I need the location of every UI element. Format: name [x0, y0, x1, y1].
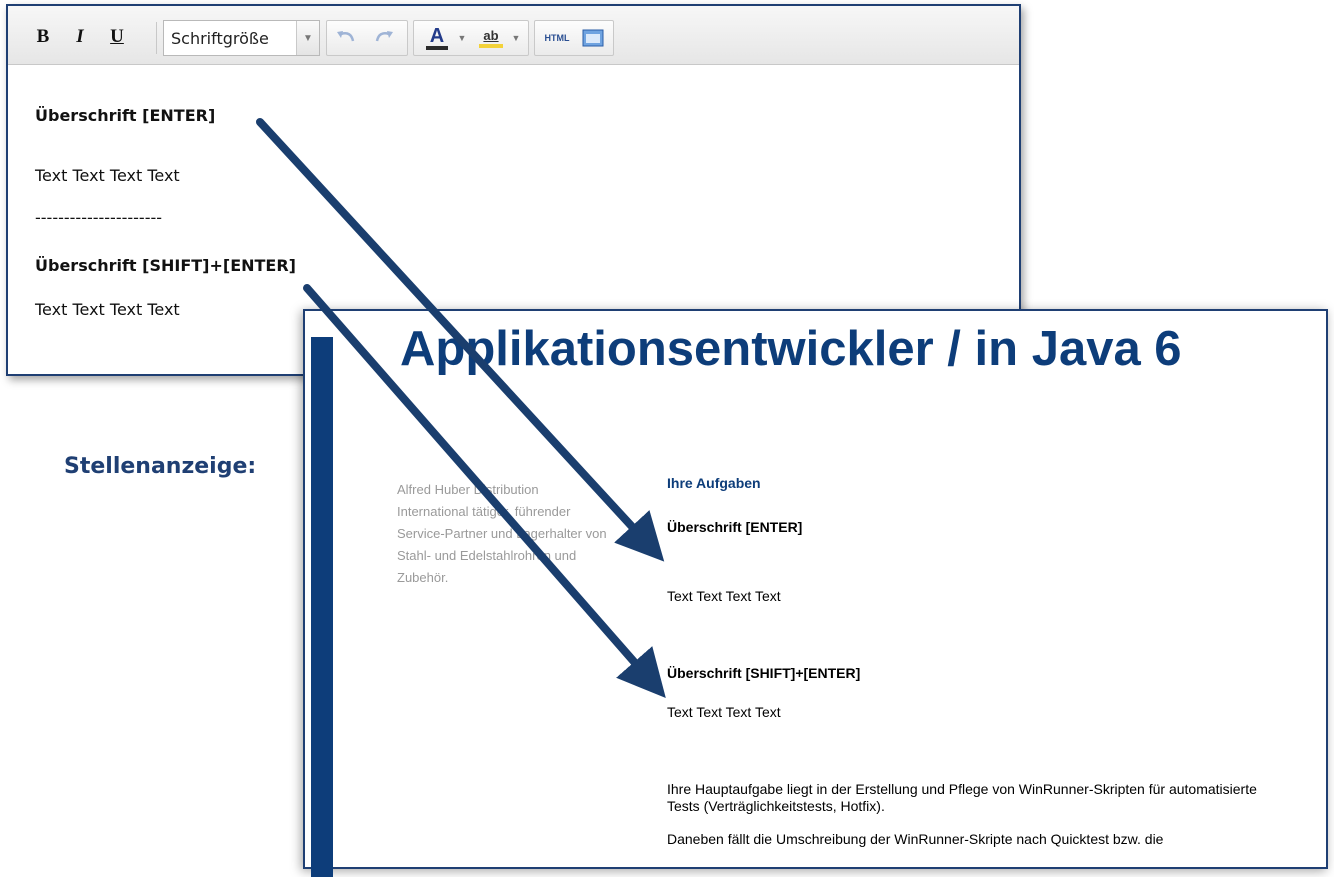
- undo-button[interactable]: [333, 21, 359, 55]
- text-color-swatch: [426, 46, 448, 50]
- company-description: Alfred Huber Distribution International …: [397, 479, 637, 589]
- company-line: Alfred Huber Distribution: [397, 482, 539, 497]
- editor-text-1: Text Text Text Text: [35, 166, 180, 185]
- color-group: A ▼ ab ▼: [413, 20, 529, 56]
- html-label: HTML: [544, 33, 570, 43]
- company-line: Stahl- und Edelstahlrohren und: [397, 548, 577, 563]
- toolbar-separator: [156, 22, 157, 54]
- brand-bar: [311, 337, 333, 877]
- highlight-swatch: [479, 44, 503, 48]
- company-line: Service-Partner und Lagerhalter von: [397, 526, 607, 541]
- editor-separator-line: ----------------------: [35, 208, 163, 227]
- editor-heading-1: Überschrift [ENTER]: [35, 106, 216, 125]
- company-line: International tätiger, führender: [397, 504, 571, 519]
- highlight-dropdown[interactable]: ▼: [510, 21, 522, 55]
- bold-button[interactable]: B: [30, 20, 56, 54]
- side-label: Stellenanzeige:: [64, 454, 257, 479]
- ad-paragraph-1: Ihre Hauptaufgabe liegt in der Erstellun…: [667, 781, 1257, 814]
- redo-button[interactable]: [371, 21, 397, 55]
- redo-icon: [375, 31, 393, 42]
- editor-heading-2: Überschrift [SHIFT]+[ENTER]: [35, 256, 296, 275]
- format-buttons-group: B I U: [28, 20, 156, 56]
- preview-button[interactable]: [579, 21, 607, 55]
- font-size-label: Schriftgröße: [171, 29, 269, 48]
- italic-button[interactable]: I: [67, 20, 93, 54]
- ad-paragraph-2: Daneben fällt die Umschreibung der WinRu…: [667, 831, 1164, 847]
- company-line: Zubehör.: [397, 570, 449, 585]
- ad-heading-1: Überschrift [ENTER]: [667, 519, 803, 535]
- editor-text-2: Text Text Text Text: [35, 300, 180, 319]
- editor-toolbar: B I U Schriftgröße ▼ A ▼ ab ▼ HTML: [8, 6, 1019, 65]
- ad-text-1: Text Text Text Text: [667, 588, 781, 604]
- font-size-select[interactable]: Schriftgröße ▼: [163, 20, 320, 56]
- undo-icon: [337, 31, 355, 42]
- underline-button[interactable]: U: [104, 20, 130, 54]
- job-ad-page: Applikationsentwickler / in Java 6 Alfre…: [303, 309, 1328, 877]
- ad-heading-2: Überschrift [SHIFT]+[ENTER]: [667, 665, 861, 681]
- text-color-icon: A: [429, 25, 445, 47]
- undo-redo-group: [326, 20, 408, 56]
- source-group: HTML: [534, 20, 614, 56]
- text-color-button[interactable]: A: [420, 21, 454, 55]
- highlight-icon: ab: [483, 28, 499, 43]
- section-title: Ihre Aufgaben: [667, 475, 761, 491]
- html-source-button[interactable]: HTML: [539, 21, 575, 55]
- ad-text-2: Text Text Text Text: [667, 704, 781, 720]
- highlight-color-button[interactable]: ab: [474, 21, 508, 55]
- chevron-down-icon[interactable]: ▼: [296, 21, 319, 55]
- window-icon: [582, 29, 604, 47]
- page-title: Applikationsentwickler / in Java 6: [400, 322, 1182, 376]
- text-color-dropdown[interactable]: ▼: [456, 21, 468, 55]
